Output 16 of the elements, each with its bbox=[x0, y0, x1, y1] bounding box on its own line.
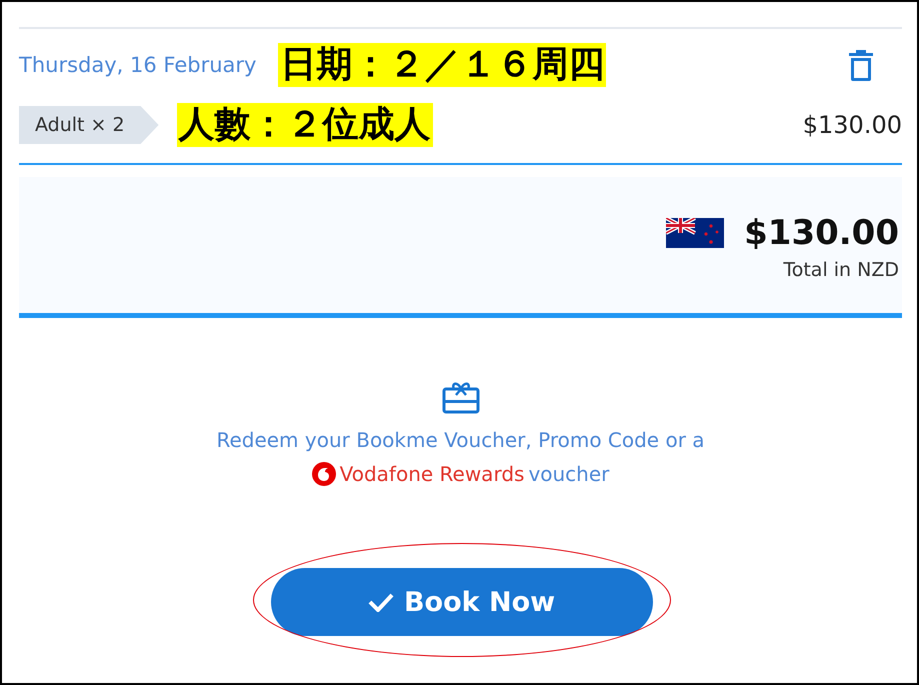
annotation-label: 日期：２／１６周四 bbox=[278, 43, 606, 87]
vodafone-logo-icon bbox=[312, 462, 336, 486]
vodafone-rewards-link[interactable]: Vodafone Rewards bbox=[340, 462, 524, 486]
book-now-button[interactable]: Book Now bbox=[270, 568, 652, 636]
check-icon bbox=[368, 592, 394, 612]
total-amount: $130.00 bbox=[744, 213, 899, 253]
ticket-tag: Adult × 2 bbox=[19, 106, 159, 144]
trash-icon[interactable] bbox=[848, 49, 874, 81]
voucher-text: voucher bbox=[528, 462, 610, 486]
flag-icon bbox=[666, 218, 724, 248]
booking-date: Thursday, 16 February bbox=[19, 53, 256, 77]
gift-card-icon[interactable] bbox=[442, 380, 480, 414]
total-caption: Total in NZD bbox=[783, 259, 899, 281]
ticket-price: $130.00 bbox=[802, 111, 902, 139]
annotation-label: 人數：２位成人 bbox=[176, 103, 433, 147]
voucher-text: Redeem your Bookme Voucher, Promo Code or a bbox=[216, 428, 705, 452]
